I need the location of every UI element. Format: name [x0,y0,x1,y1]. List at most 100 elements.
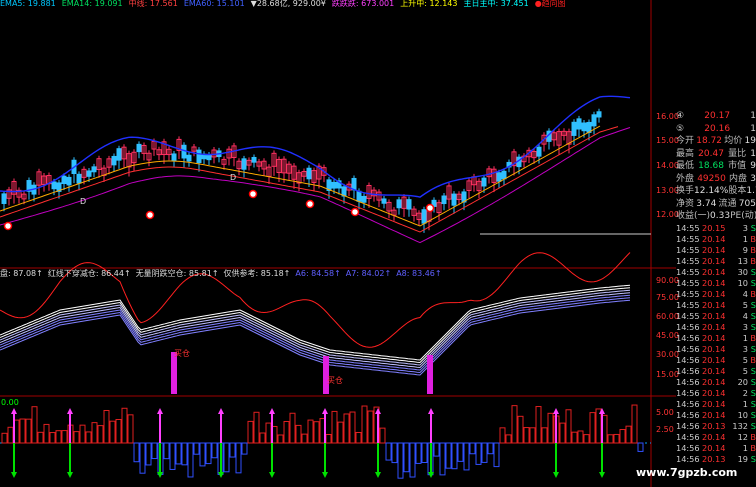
chart-canvas[interactable] [0,0,676,487]
histogram-bar [19,418,26,444]
candle-body [206,154,212,161]
tick-price: 20.14 [702,343,726,354]
histogram-bar [367,410,374,444]
axis-tick-label: 5.00 [656,408,674,417]
histogram-bar [499,427,506,444]
tick-time: 14:55 [676,266,700,277]
buy-label-1: 买仓 [174,349,190,358]
quote-value: 0.33 [710,211,731,221]
tick-time: 14:56 [676,420,700,431]
bottom-header: 0.00 [1,398,19,407]
histogram-bar [595,408,602,444]
tick-volume: 12 [737,431,748,442]
tick-volume: 4 [742,310,748,321]
histogram-bar [7,426,14,444]
histogram-bar [331,410,338,444]
sell-arrow-head [375,472,381,478]
quote-label: 内盘 [729,173,748,184]
candle-body [501,170,507,180]
tick-row: 14:56 20.14 3 S [676,322,756,333]
candle-body [136,143,142,153]
histogram-bar [97,425,104,444]
tick-price: 20.14 [702,398,726,409]
histogram-bar [193,442,200,455]
histogram-bar [343,413,350,444]
quote-value: 705 [738,198,756,209]
tick-row: 14:56 20.14 2 S [676,388,756,399]
tick-price: 20.14 [702,310,726,321]
oscillator-value: A7: 84.02↑ [345,269,392,278]
order-book-row: ④ 20.17 1 [676,110,756,123]
candlestick-area [0,95,631,244]
tick-list: 14:55 20.15 3 S 14:55 20.14 1 B 14:55 20.14 9 B 14:5… [676,223,756,465]
tick-price: 20.14 [702,387,726,398]
tick-volume: 10 [737,409,748,420]
tick-volume: 5 [742,354,748,365]
tick-time: 14:56 [676,365,700,376]
d-label-1: D [80,197,87,206]
histogram-bar [565,409,572,444]
tick-side: S [750,222,756,233]
axis-tick-label: 2.50 [656,425,674,434]
sell-arrow-head [11,472,17,478]
tick-side: B [750,442,756,453]
tick-price: 20.14 [702,288,726,299]
quote-label: 量比 [728,148,747,159]
tick-price: 20.14 [702,442,726,453]
tick-row: 14:56 20.14 3 S [676,344,756,355]
histogram-bar [451,442,458,470]
candle-body [91,166,97,173]
histogram-bar [211,442,218,459]
histogram-bar [337,421,344,444]
quote-value: 49250 [697,173,726,184]
histogram-bar [385,442,392,461]
tick-row: 14:55 20.14 9 B [676,245,756,256]
histogram-bar [79,424,86,444]
sell-arrow-head [322,472,328,478]
candle-body [441,195,447,205]
tick-time: 14:55 [676,244,700,255]
histogram-bar [625,425,632,444]
candle-body [196,149,202,164]
tick-price: 20.15 [702,222,726,233]
volume: 1 [750,111,756,121]
tick-row: 14:55 20.14 30 S [676,267,756,278]
tick-row: 14:56 20.14 1 S [676,399,756,410]
level: ⑤ [676,123,685,134]
histogram-bar [493,442,500,468]
tick-time: 14:56 [676,409,700,420]
buy-label-2: 买仓 [327,376,343,385]
histogram-bar [289,412,296,444]
histogram-bar [481,442,488,463]
tick-time: 14:55 [676,255,700,266]
candle-body [596,111,602,118]
histogram-bar [475,442,482,465]
tick-row: 14:56 20.14 10 S [676,410,756,421]
histogram-bar [547,412,554,444]
candle-body [581,122,587,132]
tick-side: S [750,453,756,464]
candle-body [406,199,412,210]
histogram-bar [85,431,92,444]
tick-row: 14:56 20.14 5 S [676,366,756,377]
tick-time: 14:56 [676,376,700,387]
signal-dot [350,207,360,217]
histogram-bar [265,422,272,444]
order-book: ④ 20.17 1 ⑤ 20.16 1 [676,110,756,135]
histogram-bar [415,442,422,464]
histogram-bar [559,422,566,444]
tick-row: 14:56 20.14 1 B [676,443,756,454]
histogram-bar [325,433,332,444]
histogram-bar [241,442,248,455]
quote-row: 换手12.14%股本1.7 [676,185,756,198]
buy-arrow-head [157,408,163,414]
histogram-bar [187,442,194,478]
histogram-bar [463,442,470,471]
histogram-bar [541,427,548,444]
candle-body [481,177,487,187]
histogram-bar [403,442,410,473]
tick-side: B [750,255,756,266]
histogram-bar [379,427,386,444]
quote-label: 市值 [728,161,747,171]
histogram-bar [169,442,176,470]
